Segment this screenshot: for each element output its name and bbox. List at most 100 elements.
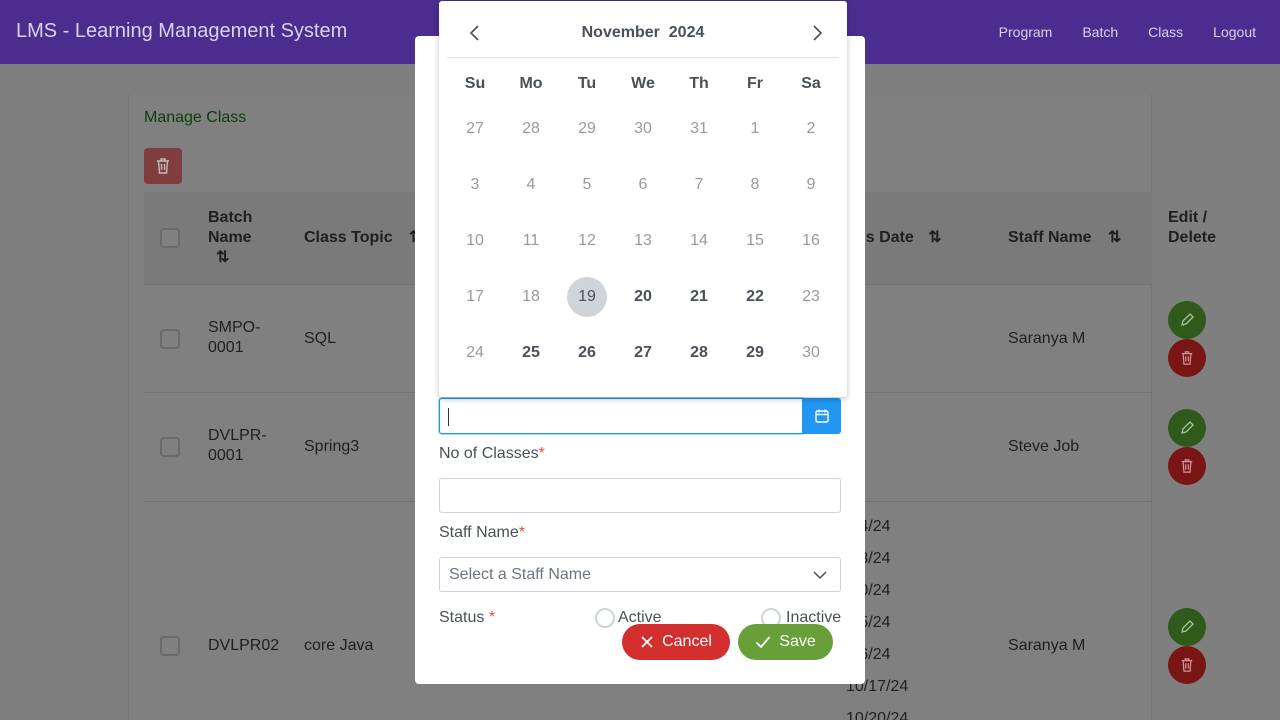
next-month-button[interactable]	[803, 19, 831, 47]
chevron-down-icon	[813, 571, 827, 580]
row-class-topic: Spring3	[304, 438, 360, 455]
page-title: Manage Class	[144, 109, 247, 126]
cancel-button[interactable]: Cancel	[622, 624, 730, 660]
sort-icon: ⇅	[928, 229, 942, 246]
calendar-day: 17	[466, 288, 484, 305]
header-class-topic[interactable]: Class Topic ⇅	[304, 228, 422, 248]
save-button[interactable]: Save	[738, 624, 833, 660]
calendar-day: 28	[522, 120, 540, 137]
calendar-day: 27	[466, 120, 484, 137]
edit-button[interactable]	[1168, 301, 1206, 339]
trash-icon	[1181, 658, 1193, 672]
calendar-day: 12	[578, 232, 596, 249]
nav-logout[interactable]: Logout	[1213, 24, 1256, 40]
header-edit-delete: Edit / Delete	[1168, 209, 1217, 246]
class-date-input[interactable]	[439, 398, 803, 434]
calendar-button[interactable]	[803, 398, 841, 434]
calendar-day[interactable]: 20	[623, 277, 663, 317]
app-title: LMS - Learning Management System	[16, 20, 348, 42]
status-active-radio[interactable]	[595, 608, 615, 628]
weekday-header: Th	[689, 75, 709, 92]
calendar-day: 2	[806, 120, 816, 137]
row-staff-name: Steve Job	[1008, 438, 1080, 455]
month-year-title: November 2024	[447, 24, 839, 42]
staff-name-label: Staff Name*	[439, 524, 525, 541]
calendar-day: 7	[694, 176, 704, 193]
weekday-header: Fr	[747, 75, 763, 92]
calendar-day: 30	[634, 120, 652, 137]
trash-icon	[1181, 459, 1193, 473]
calendar-day: 4	[526, 176, 536, 193]
nav-batch[interactable]: Batch	[1082, 24, 1118, 40]
chevron-right-icon	[813, 25, 823, 41]
calendar-day: 16	[802, 232, 820, 249]
edit-button[interactable]	[1168, 409, 1206, 447]
delete-button[interactable]	[1168, 339, 1206, 377]
row-staff-name: Saranya M	[1008, 330, 1086, 347]
trash-icon	[157, 158, 169, 174]
header-staff-name[interactable]: Staff Name ⇅	[1008, 228, 1121, 248]
no-of-classes-input[interactable]	[439, 478, 841, 513]
weekday-header: We	[631, 75, 655, 92]
select-all-checkbox[interactable]	[160, 228, 180, 248]
calendar-day: 14	[690, 232, 708, 249]
calendar-day: 6	[638, 176, 648, 193]
calendar-day: 18	[522, 288, 540, 305]
delete-button[interactable]	[1168, 447, 1206, 485]
sort-icon: ⇅	[1108, 229, 1122, 246]
date-picker-header: November 2024	[447, 1, 839, 58]
pencil-icon	[1181, 421, 1194, 434]
row-batch-name: DVLPR02	[208, 637, 280, 654]
calendar-day: 13	[634, 232, 652, 249]
date-picker-popup: November 2024 Su Mo Tu We Th Fr Sa 27 28 29 30 31 1 2…	[439, 1, 847, 397]
calendar-day[interactable]: 28	[679, 333, 719, 373]
calendar-day: 11	[522, 232, 540, 249]
row-checkbox[interactable]	[160, 636, 180, 656]
calendar-day[interactable]: 21	[679, 277, 719, 317]
row-class-topic: core Java	[304, 637, 374, 654]
calendar-day[interactable]: 22	[735, 277, 775, 317]
trash-icon	[1181, 351, 1193, 365]
calendar-day[interactable]: 25	[511, 333, 551, 373]
pencil-icon	[1181, 620, 1194, 633]
row-batch-name: DVLPR-0001	[208, 427, 267, 464]
calendar-day: 30	[802, 344, 820, 361]
staff-name-dropdown[interactable]: Select a Staff Name	[439, 557, 841, 592]
weekday-header: Tu	[577, 75, 597, 92]
header-class-date[interactable]: ass Date ⇅	[848, 228, 968, 248]
bulk-delete-button[interactable]	[144, 148, 182, 184]
calendar-day: 23	[802, 288, 820, 305]
calendar-day[interactable]: 19	[567, 277, 607, 317]
edit-button[interactable]	[1168, 608, 1206, 646]
main-nav: Program Batch Class Logout	[969, 24, 1256, 40]
year-label[interactable]: 2024	[669, 24, 705, 41]
calendar-day: 5	[582, 176, 592, 193]
row-checkbox[interactable]	[160, 437, 180, 457]
weekday-header: Sa	[801, 75, 821, 92]
calendar-day: 31	[690, 120, 708, 137]
row-batch-name: SMPO-0001	[208, 319, 261, 356]
nav-program[interactable]: Program	[999, 24, 1053, 40]
calendar-day[interactable]: 26	[567, 333, 607, 373]
calendar-day: 24	[466, 344, 484, 361]
calendar-day: 3	[470, 176, 480, 193]
sort-icon: ⇅	[216, 249, 230, 266]
calendar-day: 8	[750, 176, 760, 193]
header-batch-name[interactable]: Batch Name ⇅	[208, 208, 268, 268]
delete-button[interactable]	[1168, 646, 1206, 684]
month-label[interactable]: November	[582, 24, 660, 41]
class-date-value: 10/20/24	[846, 710, 909, 720]
close-icon	[641, 636, 653, 648]
calendar-day[interactable]: 27	[623, 333, 663, 373]
status-label: Status *	[439, 609, 496, 626]
calendar-day[interactable]: 29	[735, 333, 775, 373]
row-class-topic: SQL	[304, 330, 337, 347]
staff-name-placeholder: Select a Staff Name	[449, 566, 591, 583]
row-checkbox[interactable]	[160, 329, 180, 349]
weekday-header: Mo	[519, 75, 543, 92]
calendar-day: 10	[466, 232, 484, 249]
row-staff-name: Saranya M	[1008, 637, 1086, 654]
calendar-icon	[815, 409, 829, 423]
nav-class[interactable]: Class	[1148, 24, 1183, 40]
text-caret	[448, 408, 449, 426]
